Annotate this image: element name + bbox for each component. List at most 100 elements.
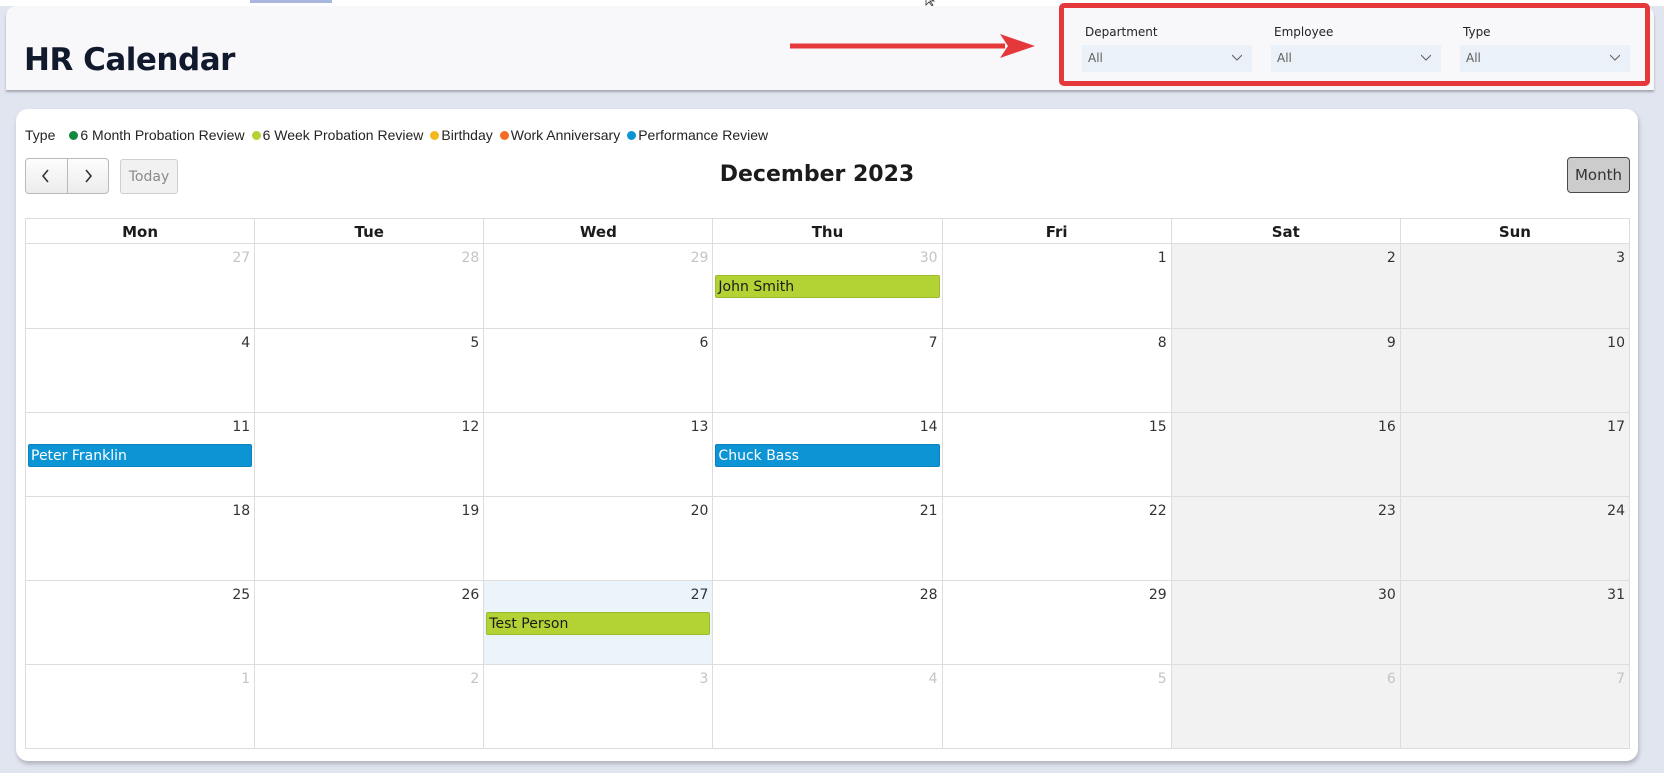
day-cell[interactable]: 2 [254, 665, 484, 748]
day-number[interactable]: 1 [1158, 250, 1167, 266]
day-cell[interactable]: 7 [1399, 665, 1629, 748]
day-cell[interactable]: 20 [483, 497, 713, 580]
day-number[interactable]: 29 [691, 250, 709, 266]
day-number[interactable]: 16 [1378, 419, 1396, 435]
day-number[interactable]: 3 [1616, 250, 1625, 266]
day-cell[interactable]: 7 [712, 329, 942, 412]
day-number[interactable]: 1 [241, 671, 250, 687]
day-number[interactable]: 7 [1616, 671, 1625, 687]
day-cell[interactable]: 3 [1399, 244, 1629, 328]
legend-item[interactable]: Birthday [430, 127, 493, 143]
day-number[interactable]: 10 [1607, 335, 1625, 351]
day-cell[interactable]: 12 [254, 413, 484, 496]
legend-item[interactable]: 6 Month Probation Review [69, 127, 245, 143]
day-cell[interactable]: 30 [1170, 581, 1400, 664]
day-number[interactable]: 14 [920, 419, 938, 435]
day-number[interactable]: 11 [232, 419, 250, 435]
day-cell[interactable]: 5 [941, 665, 1171, 748]
day-cell[interactable]: 13 [483, 413, 713, 496]
day-cell[interactable]: 29 [941, 581, 1171, 664]
prev-month-button[interactable] [26, 159, 67, 193]
department-select[interactable]: All [1082, 45, 1252, 72]
day-cell[interactable]: 10 [1399, 329, 1629, 412]
day-number[interactable]: 17 [1607, 419, 1625, 435]
month-view-button[interactable]: Month [1567, 157, 1630, 193]
day-number[interactable]: 3 [700, 671, 709, 687]
day-cell[interactable]: 21 [712, 497, 942, 580]
day-cell[interactable]: 28 [712, 581, 942, 664]
day-number[interactable]: 12 [461, 419, 479, 435]
day-cell[interactable]: 28 [254, 244, 484, 328]
legend-item[interactable]: 6 Week Probation Review [251, 127, 423, 143]
day-number[interactable]: 13 [691, 419, 709, 435]
day-number[interactable]: 30 [920, 250, 938, 266]
day-cell[interactable]: 31 [1399, 581, 1629, 664]
day-cell[interactable]: 19 [254, 497, 484, 580]
next-month-button[interactable] [66, 159, 108, 193]
day-number[interactable]: 8 [1158, 335, 1167, 351]
day-cell[interactable]: 9 [1170, 329, 1400, 412]
day-cell[interactable]: 17 [1399, 413, 1629, 496]
calendar-event[interactable]: John Smith [715, 275, 940, 298]
day-number[interactable]: 4 [929, 671, 938, 687]
day-number[interactable]: 15 [1149, 419, 1167, 435]
day-number[interactable]: 28 [920, 587, 938, 603]
day-cell[interactable]: 4 [26, 329, 255, 412]
day-cell[interactable]: 26 [254, 581, 484, 664]
today-button[interactable]: Today [120, 159, 178, 194]
day-number[interactable]: 22 [1149, 503, 1167, 519]
employee-select[interactable]: All [1271, 45, 1441, 72]
day-cell[interactable]: 24 [1399, 497, 1629, 580]
day-cell[interactable]: 30 John Smith [712, 244, 942, 328]
day-cell[interactable]: 16 [1170, 413, 1400, 496]
type-select[interactable]: All [1460, 45, 1630, 72]
day-cell[interactable]: 22 [941, 497, 1171, 580]
day-cell[interactable]: 8 [941, 329, 1171, 412]
day-cell[interactable]: 14 Chuck Bass [712, 413, 942, 496]
day-cell[interactable]: 1 [941, 244, 1171, 328]
day-cell[interactable]: 25 [26, 581, 255, 664]
day-cell-today[interactable]: 27 Test Person [483, 581, 713, 664]
day-number[interactable]: 27 [691, 587, 709, 603]
day-number[interactable]: 30 [1378, 587, 1396, 603]
day-number[interactable]: 23 [1378, 503, 1396, 519]
day-number[interactable]: 18 [232, 503, 250, 519]
day-number[interactable]: 28 [461, 250, 479, 266]
day-cell[interactable]: 5 [254, 329, 484, 412]
day-number[interactable]: 27 [232, 250, 250, 266]
day-cell[interactable]: 18 [26, 497, 255, 580]
day-cell[interactable]: 29 [483, 244, 713, 328]
day-cell[interactable]: 6 [1170, 665, 1400, 748]
day-cell[interactable]: 1 [26, 665, 255, 748]
day-number[interactable]: 4 [241, 335, 250, 351]
day-number[interactable]: 24 [1607, 503, 1625, 519]
calendar-event[interactable]: Test Person [486, 612, 711, 635]
day-number[interactable]: 7 [929, 335, 938, 351]
day-number[interactable]: 6 [1387, 671, 1396, 687]
day-number[interactable]: 6 [700, 335, 709, 351]
day-number[interactable]: 5 [1158, 671, 1167, 687]
day-cell[interactable]: 6 [483, 329, 713, 412]
legend-item[interactable]: Work Anniversary [499, 127, 620, 143]
day-cell[interactable]: 15 [941, 413, 1171, 496]
day-number[interactable]: 25 [232, 587, 250, 603]
day-number[interactable]: 29 [1149, 587, 1167, 603]
calendar-event[interactable]: Chuck Bass [715, 444, 940, 467]
day-number[interactable]: 26 [461, 587, 479, 603]
day-number[interactable]: 20 [691, 503, 709, 519]
day-cell[interactable]: 4 [712, 665, 942, 748]
day-cell[interactable]: 11 Peter Franklin [26, 413, 255, 496]
day-cell[interactable]: 23 [1170, 497, 1400, 580]
day-number[interactable]: 2 [470, 671, 479, 687]
day-cell[interactable]: 27 [26, 244, 255, 328]
day-number[interactable]: 2 [1387, 250, 1396, 266]
day-cell[interactable]: 3 [483, 665, 713, 748]
day-number[interactable]: 5 [470, 335, 479, 351]
day-number[interactable]: 9 [1387, 335, 1396, 351]
legend-item[interactable]: Performance Review [627, 127, 768, 143]
calendar-event[interactable]: Peter Franklin [28, 444, 253, 467]
day-number[interactable]: 31 [1607, 587, 1625, 603]
day-number[interactable]: 21 [920, 503, 938, 519]
day-number[interactable]: 19 [461, 503, 479, 519]
day-cell[interactable]: 2 [1170, 244, 1400, 328]
